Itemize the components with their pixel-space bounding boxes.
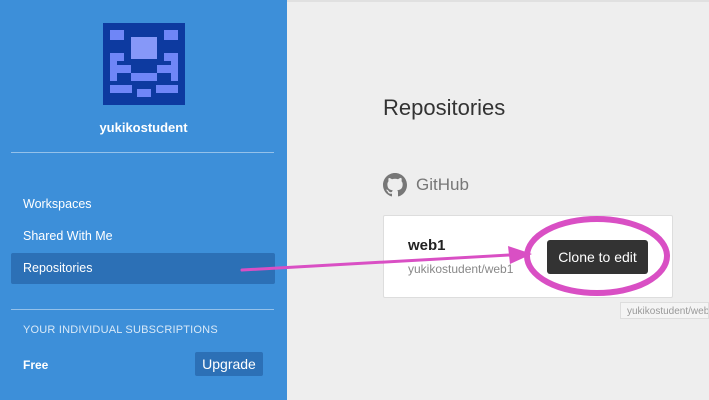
page-title: Repositories xyxy=(383,95,506,120)
divider xyxy=(11,152,274,153)
repo-name[interactable]: web1 xyxy=(408,237,446,254)
provider-label: GitHub xyxy=(416,175,469,194)
sidebar: yukikostudent Workspaces Shared With Me … xyxy=(0,0,287,400)
avatar[interactable] xyxy=(103,23,185,105)
upgrade-button[interactable]: Upgrade xyxy=(195,352,263,376)
plan-name: Free xyxy=(23,358,49,372)
sidebar-item-workspaces[interactable]: Workspaces xyxy=(11,189,275,220)
main-content xyxy=(287,0,709,400)
username: yukikostudent xyxy=(99,120,188,135)
clone-to-edit-button[interactable]: Clone to edit xyxy=(547,240,648,274)
divider xyxy=(11,309,274,310)
sidebar-item-shared-with-me[interactable]: Shared With Me xyxy=(11,221,275,252)
subscriptions-heading: YOUR INDIVIDUAL SUBSCRIPTIONS xyxy=(23,324,218,336)
sidebar-item-repositories[interactable]: Repositories xyxy=(11,253,275,284)
github-icon xyxy=(383,173,407,197)
tooltip: yukikostudent/web1 xyxy=(620,302,709,319)
repo-path: yukikostudent/web1 xyxy=(408,262,514,276)
